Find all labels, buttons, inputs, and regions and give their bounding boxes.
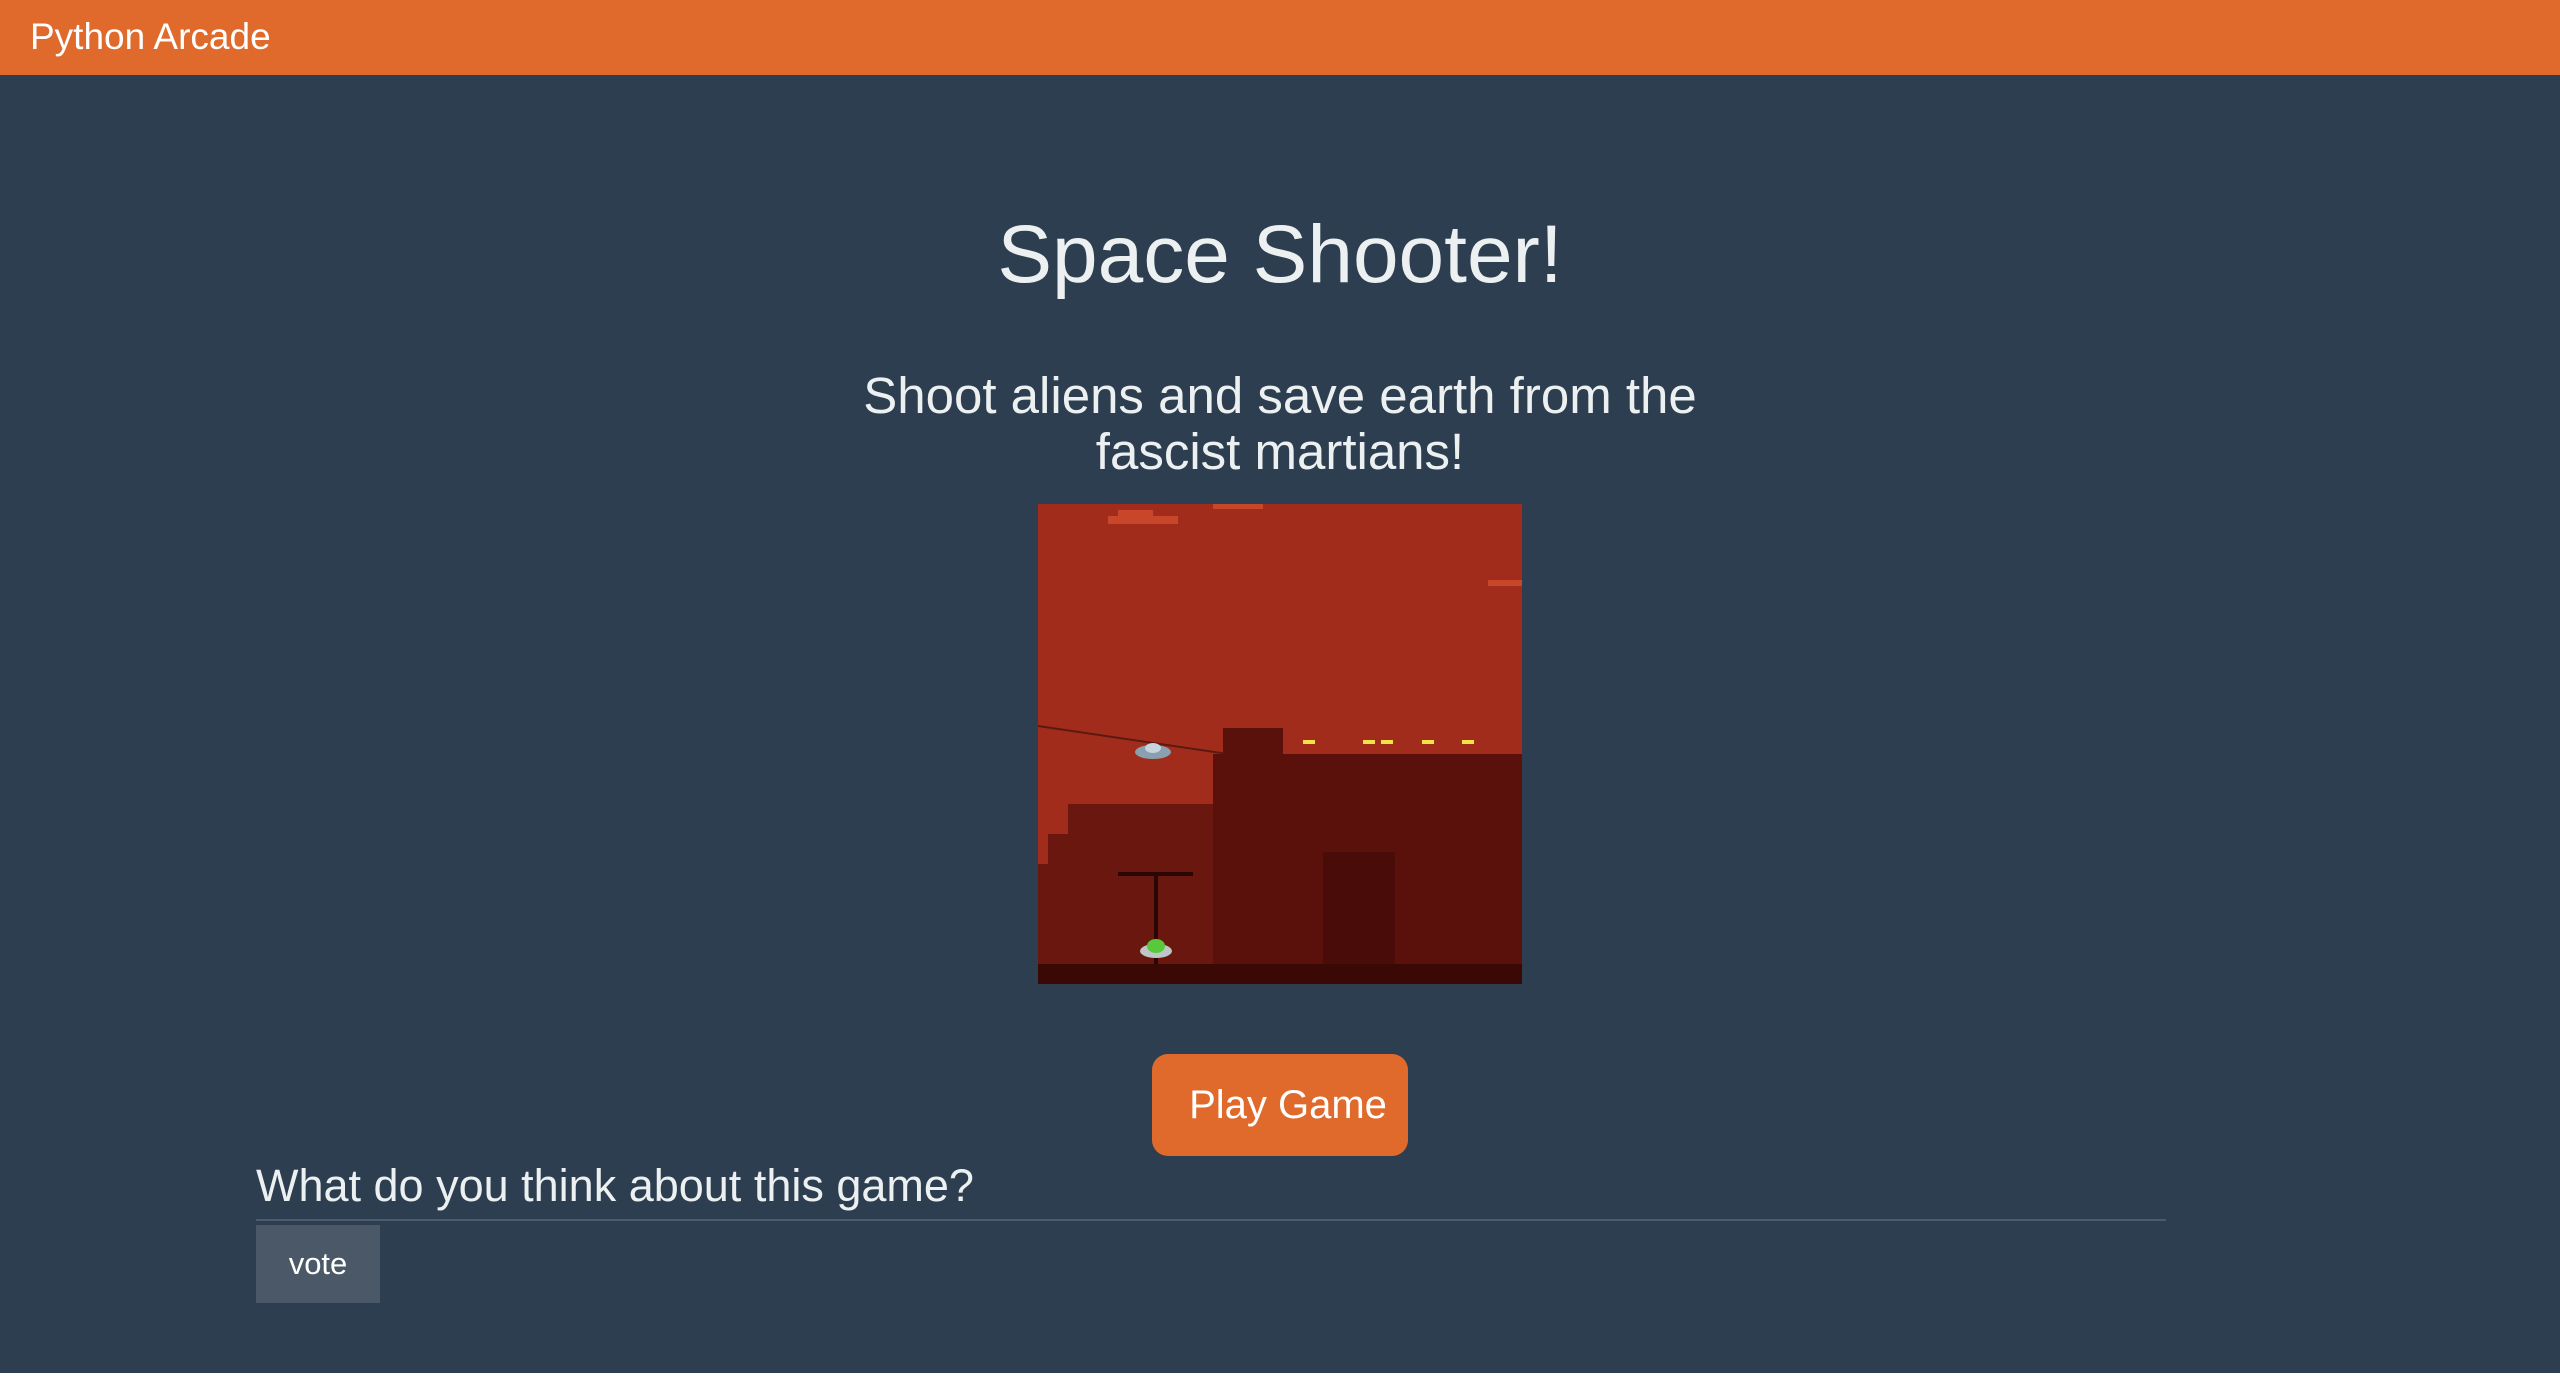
game-screenshot (1038, 504, 1522, 984)
vote-button[interactable]: vote (256, 1225, 380, 1303)
divider (256, 1219, 2166, 1221)
ground (1038, 964, 1522, 984)
play-game-button[interactable]: Play Game (1152, 1054, 1408, 1156)
feedback-heading: What do you think about this game? (256, 1160, 974, 1211)
page: Python Arcade Space Shooter! Shoot alien… (0, 0, 2560, 1373)
game-description: Shoot aliens and save earth from the fas… (863, 367, 1697, 480)
brand-link[interactable]: Python Arcade (30, 14, 271, 60)
navbar: Python Arcade (0, 0, 2560, 75)
game-title: Space Shooter! (997, 209, 1563, 300)
